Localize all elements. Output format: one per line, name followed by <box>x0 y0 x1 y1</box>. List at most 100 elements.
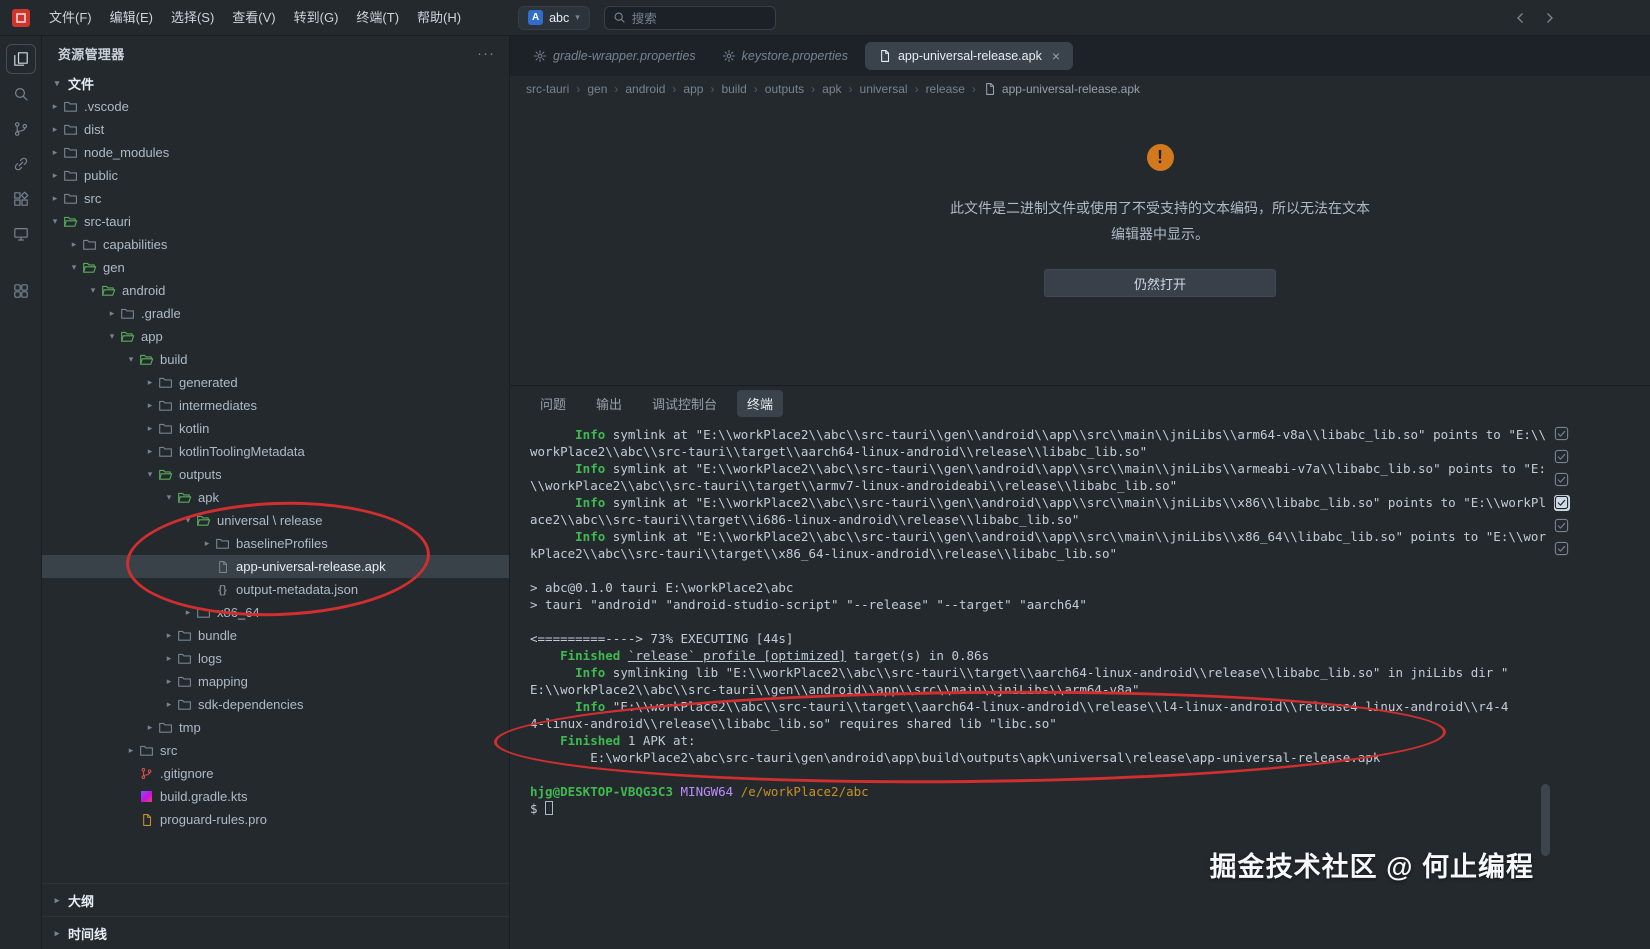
tree-item[interactable]: ▸ baselineProfiles <box>42 532 509 555</box>
editor-tab[interactable]: keystore.properties <box>709 36 861 76</box>
breadcrumb-item[interactable]: apk <box>822 82 841 96</box>
tree-item[interactable]: ▸ intermediates <box>42 394 509 417</box>
chevron-right-icon[interactable]: ▸ <box>143 400 157 411</box>
terminal-instance-icon[interactable] <box>1554 426 1570 442</box>
chevron-down-icon[interactable]: ▾ <box>105 331 119 342</box>
open-anyway-button[interactable]: 仍然打开 <box>1044 269 1276 297</box>
chevron-down-icon[interactable]: ▾ <box>86 285 100 296</box>
tree-item[interactable]: ▸ sdk-dependencies <box>42 693 509 716</box>
panel-tab[interactable]: 问题 <box>530 390 576 417</box>
breadcrumb-item[interactable]: app <box>683 82 703 96</box>
menu-item[interactable]: 终端(T) <box>347 0 408 36</box>
search-icon[interactable] <box>6 79 36 109</box>
breadcrumb-item[interactable]: src-tauri <box>526 82 569 96</box>
terminal-instance-icon[interactable] <box>1554 472 1570 488</box>
section-files[interactable]: ▾ 文件 <box>42 71 509 95</box>
explorer-icon[interactable] <box>5 44 36 74</box>
breadcrumb-item[interactable]: app-universal-release.apk <box>983 82 1140 96</box>
breadcrumb-item[interactable]: outputs <box>765 82 804 96</box>
chevron-right-icon[interactable]: ▸ <box>200 538 214 549</box>
tree-item[interactable]: ▾ gen <box>42 256 509 279</box>
tree-item[interactable]: ▸ kotlinToolingMetadata <box>42 440 509 463</box>
editor-tab[interactable]: gradle-wrapper.properties <box>520 36 709 76</box>
more-actions-icon[interactable]: ··· <box>477 45 495 62</box>
tree-item[interactable]: ▸ public <box>42 164 509 187</box>
chevron-right-icon[interactable]: ▸ <box>181 607 195 618</box>
chevron-right-icon[interactable]: ▸ <box>48 147 62 158</box>
source-control-icon[interactable] <box>6 114 36 144</box>
section-timeline[interactable]: ▸ 时间线 <box>42 916 509 949</box>
tree-item[interactable]: app-universal-release.apk <box>42 555 509 578</box>
tree-item[interactable]: ▾ outputs <box>42 463 509 486</box>
panel-tab[interactable]: 终端 <box>737 389 784 417</box>
chevron-right-icon[interactable]: ▸ <box>162 653 176 664</box>
project-selector[interactable]: A abc ▾ <box>518 5 590 30</box>
tree-item[interactable]: ▸ mapping <box>42 670 509 693</box>
terminal-instance-icon[interactable] <box>1554 495 1570 511</box>
menu-item[interactable]: 查看(V) <box>223 0 284 36</box>
tree-item[interactable]: ▾ build <box>42 348 509 371</box>
chevron-right-icon[interactable]: ▸ <box>143 722 157 733</box>
tree-item[interactable]: ▸ generated <box>42 371 509 394</box>
chevron-down-icon[interactable]: ▾ <box>67 262 81 273</box>
tree-item[interactable]: .gitignore <box>42 762 509 785</box>
chevron-down-icon[interactable]: ▾ <box>162 492 176 503</box>
menu-item[interactable]: 编辑(E) <box>101 0 162 36</box>
tree-item[interactable]: ▾ apk <box>42 486 509 509</box>
tree-item[interactable]: ▸ bundle <box>42 624 509 647</box>
panel-tab[interactable]: 输出 <box>586 390 632 417</box>
terminal-instance-icon[interactable] <box>1554 541 1570 557</box>
chevron-down-icon[interactable]: ▾ <box>48 216 62 227</box>
close-icon[interactable]: × <box>1052 49 1060 63</box>
tree-item[interactable]: proguard-rules.pro <box>42 808 509 831</box>
menu-item[interactable]: 帮助(H) <box>408 0 470 36</box>
breadcrumb-item[interactable]: universal <box>860 82 908 96</box>
tree-item[interactable]: ▸ src <box>42 739 509 762</box>
chevron-right-icon[interactable]: ▸ <box>143 423 157 434</box>
editor-tab[interactable]: app-universal-release.apk × <box>864 42 1074 70</box>
tree-item[interactable]: ▾ app <box>42 325 509 348</box>
tree-item[interactable]: build.gradle.kts <box>42 785 509 808</box>
tree-item[interactable]: ▸ .gradle <box>42 302 509 325</box>
chevron-right-icon[interactable]: ▸ <box>105 308 119 319</box>
chevron-right-icon[interactable]: ▸ <box>48 124 62 135</box>
chevron-right-icon[interactable]: ▸ <box>162 699 176 710</box>
tree-item[interactable]: ▸ capabilities <box>42 233 509 256</box>
remote-link-icon[interactable] <box>6 149 36 179</box>
tree-item[interactable]: ▸ node_modules <box>42 141 509 164</box>
extensions-icon[interactable] <box>6 184 36 214</box>
tree-item[interactable]: ▸ logs <box>42 647 509 670</box>
tree-item[interactable]: ▾ android <box>42 279 509 302</box>
chevron-right-icon[interactable]: ▸ <box>143 377 157 388</box>
terminal[interactable]: Info symlink at "E:\\workPlace2\\abc\\sr… <box>510 420 1650 817</box>
chevron-right-icon[interactable]: ▸ <box>162 676 176 687</box>
breadcrumb-item[interactable]: android <box>625 82 665 96</box>
tree-item[interactable]: ▸ .vscode <box>42 95 509 118</box>
chevron-right-icon[interactable]: ▸ <box>143 446 157 457</box>
chevron-right-icon[interactable]: ▸ <box>124 745 138 756</box>
chevron-right-icon[interactable]: ▸ <box>67 239 81 250</box>
menu-item[interactable]: 文件(F) <box>40 0 101 36</box>
global-search-input[interactable]: 搜索 <box>603 5 776 30</box>
chevron-right-icon[interactable]: ▸ <box>162 630 176 641</box>
back-arrow-icon[interactable] <box>1512 10 1528 26</box>
menu-item[interactable]: 转到(G) <box>285 0 348 36</box>
forward-arrow-icon[interactable] <box>1542 10 1558 26</box>
tree-item[interactable]: ▸ tmp <box>42 716 509 739</box>
breadcrumb-item[interactable]: release <box>926 82 965 96</box>
tree-item[interactable]: ▸ src <box>42 187 509 210</box>
chevron-down-icon[interactable]: ▾ <box>143 469 157 480</box>
screen-icon[interactable] <box>6 219 36 249</box>
terminal-instance-icon[interactable] <box>1554 449 1570 465</box>
chevron-down-icon[interactable]: ▾ <box>181 515 195 526</box>
breadcrumb-item[interactable]: build <box>721 82 746 96</box>
tree-item[interactable]: {} output-metadata.json <box>42 578 509 601</box>
panel-tab[interactable]: 调试控制台 <box>642 390 727 417</box>
menu-item[interactable]: 选择(S) <box>162 0 223 36</box>
tree-item[interactable]: ▸ x86_64 <box>42 601 509 624</box>
chevron-right-icon[interactable]: ▸ <box>48 170 62 181</box>
tree-item[interactable]: ▸ dist <box>42 118 509 141</box>
chevron-down-icon[interactable]: ▾ <box>124 354 138 365</box>
apps-grid-icon[interactable] <box>6 276 36 306</box>
breadcrumb-item[interactable]: gen <box>587 82 607 96</box>
